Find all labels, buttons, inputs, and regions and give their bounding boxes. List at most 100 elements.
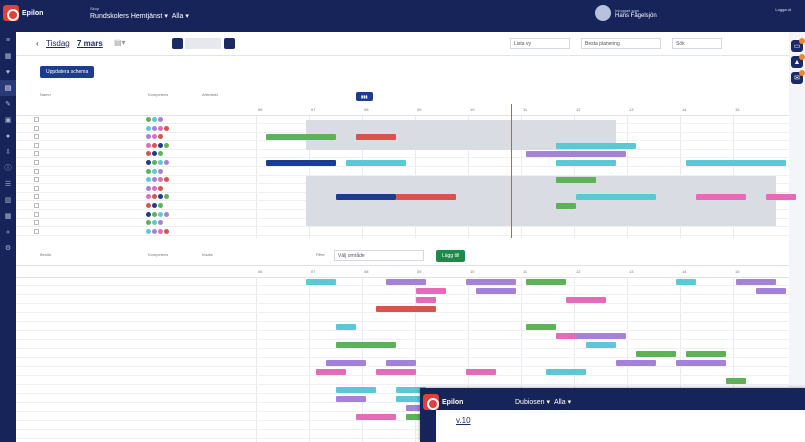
schedule-bar[interactable] (286, 134, 336, 141)
schedule-bar[interactable] (556, 160, 616, 166)
message-icon[interactable]: ✉ (791, 70, 805, 84)
order-select[interactable]: Besta planering (581, 38, 661, 49)
schedule-bar[interactable] (556, 177, 596, 184)
row-checkbox[interactable] (34, 177, 39, 183)
schedule-bar[interactable] (556, 203, 576, 209)
org-selector[interactable]: Skop Rundskolers Hemtjänst ▾ Alla ▾ (90, 6, 189, 20)
list-icon[interactable]: ☰ (0, 176, 16, 192)
schedule-bar[interactable] (546, 369, 586, 375)
back-icon[interactable]: « (0, 224, 16, 240)
schedule-bar[interactable] (766, 194, 796, 201)
schedule-bar[interactable] (476, 288, 516, 294)
schedule-bar[interactable] (756, 288, 786, 294)
user-menu[interactable]: Inloggad som Hans Fågelsjön (595, 5, 657, 21)
visit-row[interactable] (16, 341, 789, 349)
briefcase-icon[interactable]: ▣ (0, 112, 16, 128)
row-checkbox[interactable] (34, 194, 39, 200)
day-label[interactable]: Tisdag (46, 39, 70, 48)
row-checkbox[interactable] (34, 185, 39, 191)
row-checkbox[interactable] (34, 168, 39, 174)
view-select[interactable]: Lista vy (510, 38, 570, 49)
home-icon[interactable]: ≡ (0, 32, 16, 48)
schedule-bar[interactable] (636, 351, 676, 357)
schedule-bar[interactable] (526, 151, 626, 158)
schedule-bar[interactable] (336, 324, 356, 330)
sub-date[interactable]: v.10 (456, 416, 471, 425)
row-checkbox[interactable] (34, 142, 39, 148)
schedule-bar[interactable] (266, 160, 336, 166)
schedule-bar[interactable] (676, 279, 696, 285)
range-control[interactable] (185, 38, 221, 49)
today-icon[interactable] (172, 38, 183, 49)
schedule-bar[interactable] (556, 142, 636, 149)
row-checkbox[interactable] (34, 134, 39, 140)
schedule-bar[interactable] (566, 297, 606, 303)
schedule-bar[interactable] (416, 288, 446, 294)
schedule-bar[interactable] (576, 194, 656, 201)
search-input[interactable]: Sök (672, 38, 722, 49)
visit-row[interactable] (16, 377, 789, 385)
visit-row[interactable] (16, 296, 789, 304)
schedule-bar[interactable] (356, 342, 396, 348)
info-icon[interactable]: ⓘ (0, 160, 16, 176)
visit-row[interactable] (16, 314, 789, 322)
visit-row[interactable] (16, 323, 789, 331)
add-button[interactable]: Lägg till (436, 250, 466, 262)
schedule-bar[interactable] (616, 360, 656, 366)
schedule-bar[interactable] (386, 360, 416, 366)
edit-icon[interactable]: ✎ (0, 96, 16, 112)
row-checkbox[interactable] (34, 160, 39, 165)
scope-value[interactable]: Alla (172, 13, 184, 20)
row-checkbox[interactable] (34, 220, 39, 226)
timeline-toggle[interactable]: ▮▮▮ (356, 92, 373, 101)
row-checkbox[interactable] (34, 211, 39, 217)
schedule-bar[interactable] (686, 160, 786, 166)
schedule-bar[interactable] (526, 279, 566, 285)
secondary-window[interactable]: Epilon Dubiosen ▾ Alla ▾ v.10 (420, 388, 805, 442)
schedule-bar[interactable] (686, 351, 726, 357)
schedule-bar[interactable] (356, 134, 396, 141)
prev-icon[interactable]: ‹ (36, 39, 39, 48)
alert-icon[interactable]: ▲ (791, 54, 805, 68)
date-label[interactable]: 7 mars (77, 39, 103, 48)
schedule-bar[interactable] (396, 194, 456, 201)
user-icon[interactable]: ● (0, 128, 16, 144)
schedule-bar[interactable] (466, 279, 516, 285)
row-checkbox[interactable] (34, 117, 39, 122)
calc-icon[interactable]: ▦ (0, 208, 16, 224)
row-checkbox[interactable] (34, 203, 39, 208)
schedule-bar[interactable] (676, 360, 726, 366)
schedule-bar[interactable] (586, 342, 616, 348)
staff-row[interactable] (16, 228, 789, 236)
settings-icon[interactable]: ⚙ (0, 240, 16, 256)
visit-row[interactable] (16, 287, 789, 295)
grid-icon[interactable]: ▦ (0, 48, 16, 64)
visit-row[interactable] (16, 332, 789, 340)
schedule-bar[interactable] (526, 324, 556, 330)
download-icon[interactable]: ⇩ (0, 144, 16, 160)
row-checkbox[interactable] (34, 228, 39, 234)
staff-row[interactable] (16, 150, 789, 159)
doc-icon[interactable]: ▥ (0, 192, 16, 208)
schedule-bar[interactable] (466, 369, 496, 375)
schedule-bar[interactable] (696, 194, 746, 201)
heart-icon[interactable]: ♥ (0, 64, 16, 80)
schedule-bar[interactable] (336, 387, 376, 393)
schedule-bar[interactable] (726, 378, 746, 384)
schedule-bar[interactable] (376, 369, 416, 375)
refresh-icon[interactable] (224, 38, 235, 49)
filter-select[interactable]: Välj område (334, 250, 424, 261)
row-checkbox[interactable] (34, 125, 39, 131)
schedule-bar[interactable] (336, 194, 396, 201)
row-checkbox[interactable] (34, 151, 39, 157)
staff-row[interactable] (16, 168, 789, 176)
chat-icon[interactable]: ▭ (791, 38, 805, 52)
schedule-bar[interactable] (416, 297, 436, 303)
logout-link[interactable]: Logga ut (775, 7, 791, 13)
schedule-bar[interactable] (376, 306, 436, 312)
app-logo[interactable]: Epilon (3, 5, 43, 21)
update-schedule-button[interactable]: Uppdatera schema (40, 66, 95, 78)
schedule-bar[interactable] (356, 414, 396, 420)
calendar-picker-icon[interactable]: ▤▾ (114, 38, 126, 47)
schedule-bar[interactable] (316, 369, 346, 375)
